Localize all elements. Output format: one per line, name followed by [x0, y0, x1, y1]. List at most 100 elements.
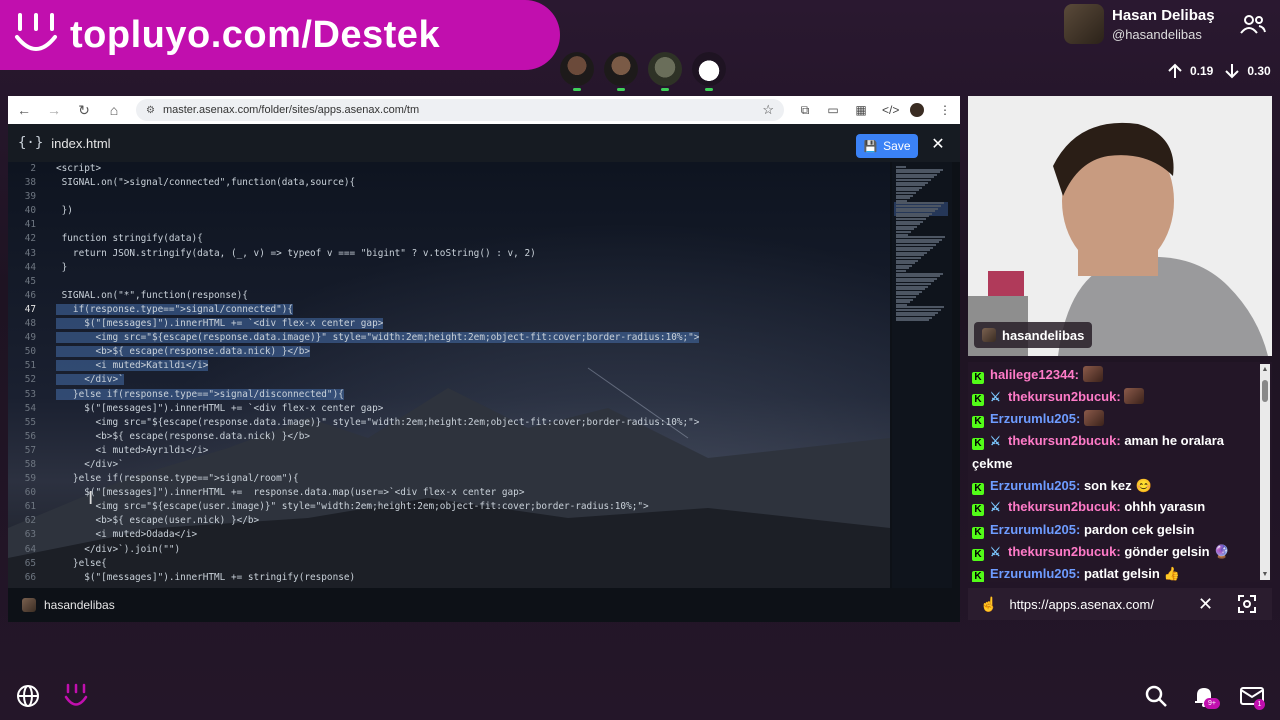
chat-username[interactable]: thekursun2bucuk: [1008, 544, 1116, 559]
sword-badge-icon: ⚔: [990, 434, 1001, 449]
code-line[interactable]: 44 }: [8, 261, 890, 275]
code-line[interactable]: 61 <img src="${escape(user.image)}" styl…: [8, 500, 890, 514]
code-line[interactable]: 43 return JSON.stringify(data, (_, v) =>…: [8, 247, 890, 261]
banner-text: topluyo.com/Destek: [70, 13, 441, 56]
kick-badge-icon: K: [972, 482, 984, 495]
viewer-avatar[interactable]: [648, 52, 682, 91]
address-bar[interactable]: ⚙ master.asenax.com/folder/sites/apps.as…: [136, 99, 784, 121]
chat-username[interactable]: thekursun2bucuk: [1008, 499, 1116, 514]
code-line[interactable]: 42 function stringify(data){: [8, 232, 890, 246]
code-line[interactable]: 40 }): [8, 204, 890, 218]
users-icon[interactable]: [1240, 14, 1266, 34]
sword-badge-icon: ⚔: [990, 389, 1001, 404]
code-line[interactable]: 45: [8, 275, 890, 289]
scrollbar-thumb[interactable]: [1262, 380, 1268, 402]
devtools-icon[interactable]: </>: [882, 103, 899, 117]
topluyo-logo-icon[interactable]: [64, 682, 88, 710]
kick-badge-icon: K: [972, 526, 984, 539]
code-line[interactable]: 63 <i muted>Odada</i>: [8, 528, 890, 542]
code-line[interactable]: 53 }else if(response.type==">signal/disc…: [8, 388, 890, 402]
extensions-icon[interactable]: ⧉: [798, 103, 812, 117]
line-number: 43: [24, 247, 36, 259]
code-line[interactable]: 56 <b>${ escape(response.data.nick) }</b…: [8, 430, 890, 444]
vote-stats: 0.19 0.30: [1166, 62, 1271, 80]
viewer-avatar[interactable]: [692, 52, 726, 91]
code-line[interactable]: 65 }else{: [8, 557, 890, 571]
close-icon[interactable]: ✕: [1198, 594, 1213, 615]
code-line[interactable]: 52 </div>`: [8, 373, 890, 387]
chat-panel[interactable]: Khalilege12344: K ⚔ thekursun2bucuk: K Erzu…: [968, 362, 1272, 582]
back-icon[interactable]: ←: [16, 102, 32, 118]
chat-username[interactable]: Erzurumlu205: [990, 478, 1076, 493]
line-number: 66: [24, 571, 36, 583]
focus-icon[interactable]: [1238, 595, 1256, 613]
bookmark-star-icon[interactable]: ☆: [762, 102, 774, 118]
code-line[interactable]: 48 $("[messages]").innerHTML += `<div fl…: [8, 317, 890, 331]
search-icon[interactable]: [1144, 684, 1168, 708]
code-text: if(response.type==">signal/connected"){: [56, 303, 294, 315]
code-line[interactable]: 58 </div>`: [8, 458, 890, 472]
code-line[interactable]: 41: [8, 218, 890, 232]
scroll-up-icon[interactable]: ▲: [1261, 366, 1269, 373]
kick-badge-icon: K: [972, 372, 984, 384]
menu-kebab-icon[interactable]: ⋮: [938, 103, 952, 117]
user-profile[interactable]: Hasan Delibaş @hasandelibas: [1064, 4, 1215, 44]
code-line[interactable]: 57 <i muted>Ayrıldı</i>: [8, 444, 890, 458]
code-line[interactable]: 38 SIGNAL.on(">signal/connected",functio…: [8, 176, 890, 190]
browser-window: ← → ↻ ⌂ ⚙ master.asenax.com/folder/sites…: [8, 96, 960, 622]
viewer-avatar[interactable]: [560, 52, 594, 91]
save-button[interactable]: 💾 Save: [856, 134, 918, 158]
forward-icon[interactable]: →: [46, 102, 62, 118]
apps-icon[interactable]: ▦: [854, 103, 868, 117]
home-icon[interactable]: ⌂: [106, 102, 122, 118]
chat-username[interactable]: Erzurumlu205: [990, 411, 1076, 426]
close-icon[interactable]: ✕: [930, 134, 946, 156]
chat-username[interactable]: Erzurumlu205: [990, 522, 1076, 537]
line-number: 63: [24, 529, 36, 541]
code-line[interactable]: 49 <img src="${escape(response.data.imag…: [8, 331, 890, 345]
code-line[interactable]: 54 $("[messages]").innerHTML += `<div fl…: [8, 402, 890, 416]
emote-icon: [1124, 387, 1145, 404]
chat-message: K Erzurumlu205: son kez 😊: [972, 475, 1254, 497]
chat-username[interactable]: thekursun2bucuk: [1008, 389, 1116, 404]
code-line[interactable]: 46 SIGNAL.on("*",function(response){: [8, 289, 890, 303]
hand-icon[interactable]: ☝: [980, 596, 997, 613]
code-line[interactable]: 2 <script>: [8, 162, 890, 176]
emoji-icon: 😊: [1135, 477, 1152, 493]
avatar: [982, 328, 996, 342]
chat-scrollbar[interactable]: ▲ ▼: [1260, 364, 1270, 580]
arrow-down-icon[interactable]: [1223, 62, 1241, 80]
chat-username[interactable]: thekursun2bucuk: [1008, 433, 1116, 448]
chat-username[interactable]: halilege12344: [990, 367, 1075, 382]
upvote-value: 0.19: [1190, 64, 1214, 78]
code-text: <img src="${escape(user.image)}" style="…: [56, 501, 649, 513]
profile-icon[interactable]: [910, 103, 924, 117]
site-info-icon[interactable]: ⚙: [146, 105, 155, 116]
code-line[interactable]: 59 }else if(response.type==">signal/room…: [8, 472, 890, 486]
code-minimap[interactable]: [892, 162, 952, 588]
code-line[interactable]: 39: [8, 190, 890, 204]
code-text: <b>${ escape(response.data.nick) }</b>: [56, 346, 310, 358]
code-line[interactable]: 50 <b>${ escape(response.data.nick) }</b…: [8, 345, 890, 359]
code-text: $("[messages]").innerHTML += response.da…: [56, 487, 525, 499]
chat-username[interactable]: Erzurumlu205: [990, 566, 1076, 581]
code-editor[interactable]: 2 <script> 38 SIGNAL.on(">signal/connected…: [8, 162, 890, 588]
code-line[interactable]: 66 $("[messages]").innerHTML += stringif…: [8, 571, 890, 585]
cast-icon[interactable]: ▭: [826, 103, 840, 117]
code-line[interactable]: 64 </div>`).join(""): [8, 543, 890, 557]
scroll-down-icon[interactable]: ▼: [1261, 571, 1269, 578]
brand-banner[interactable]: topluyo.com/Destek: [0, 0, 560, 70]
code-line[interactable]: 55 <img src="${escape(response.data.imag…: [8, 416, 890, 430]
reload-icon[interactable]: ↻: [76, 102, 92, 118]
globe-icon[interactable]: [16, 684, 40, 708]
viewer-avatar[interactable]: [604, 52, 638, 91]
code-line[interactable]: 60 $("[messages]").innerHTML += response…: [8, 486, 890, 500]
code-line[interactable]: 51 <i muted>Katıldı</i>: [8, 359, 890, 373]
code-line[interactable]: 47 if(response.type==">signal/connected"…: [8, 303, 890, 317]
url-bar[interactable]: ☝ https://apps.asenax.com/ ✕: [968, 588, 1272, 620]
arrow-up-icon[interactable]: [1166, 62, 1184, 80]
code-text: }else{: [56, 557, 107, 569]
code-line[interactable]: 62 <b>${ escape(user.nick) }</b>: [8, 514, 890, 528]
